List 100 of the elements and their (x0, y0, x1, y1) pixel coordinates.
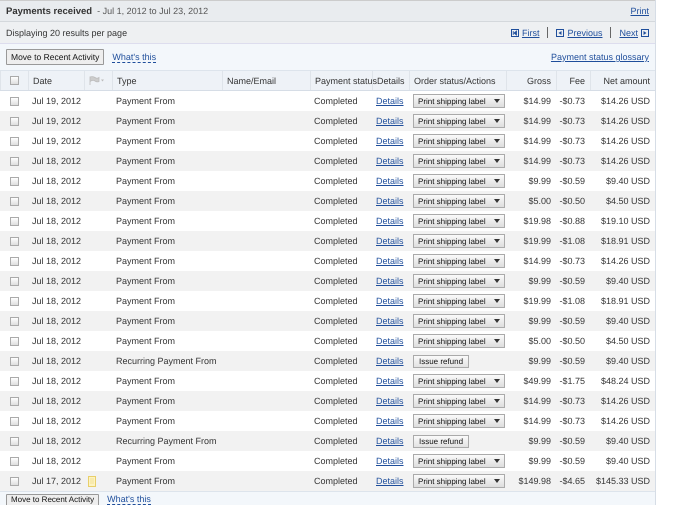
details-link[interactable]: Details (376, 196, 404, 206)
status-cell: Completed (314, 236, 358, 246)
shipping-label-dropdown[interactable]: Print shipping label (413, 334, 505, 348)
shipping-label-dropdown[interactable]: Print shipping label (413, 294, 505, 308)
shipping-label-dropdown[interactable]: Print shipping label (413, 234, 505, 248)
shipping-label-dropdown[interactable]: Print shipping label (413, 314, 505, 328)
shipping-label-dropdown[interactable]: Print shipping label (413, 454, 505, 468)
row-checkbox[interactable] (10, 316, 18, 326)
caret-icon (494, 299, 500, 303)
details-link[interactable]: Details (376, 96, 404, 106)
row-checkbox[interactable] (10, 276, 18, 286)
shipping-label-dropdown[interactable]: Print shipping label (413, 414, 505, 428)
date-cell: Jul 18, 2012 (32, 416, 82, 426)
details-link[interactable]: Details (376, 256, 404, 266)
status-cell: Completed (314, 436, 358, 446)
shipping-label-dropdown[interactable]: Print shipping label (413, 274, 505, 288)
status-cell: Completed (314, 336, 358, 346)
details-link[interactable]: Details (376, 316, 404, 326)
net-amount-cell: $4.50 USD (606, 336, 650, 346)
details-link[interactable]: Details (376, 236, 404, 246)
details-link[interactable]: Details (376, 436, 404, 446)
next-page-link[interactable]: Next (619, 28, 638, 38)
fee-cell: -$4.65 (559, 476, 585, 486)
move-to-recent-activity-button[interactable]: Move to Recent Activity (6, 494, 100, 505)
details-link[interactable]: Details (376, 336, 404, 346)
row-checkbox[interactable] (10, 336, 18, 346)
caret-icon (494, 119, 500, 123)
row-checkbox[interactable] (10, 256, 18, 266)
shipping-label-dropdown[interactable]: Print shipping label (413, 474, 505, 488)
row-checkbox[interactable] (10, 296, 18, 306)
fee-cell: -$0.59 (559, 316, 585, 326)
shipping-label-dropdown[interactable]: Print shipping label (413, 114, 505, 128)
details-link[interactable]: Details (376, 116, 404, 126)
details-link[interactable]: Details (376, 456, 404, 466)
row-checkbox[interactable] (10, 236, 18, 246)
row-checkbox[interactable] (10, 176, 18, 186)
shipping-label-dropdown[interactable]: Print shipping label (413, 94, 505, 108)
move-to-recent-activity-button[interactable]: Move to Recent Activity (6, 49, 104, 65)
shipping-label-dropdown[interactable]: Print shipping label (413, 374, 505, 388)
shipping-label-dropdown[interactable]: Print shipping label (413, 394, 505, 408)
net-amount-cell: $18.91 USD (600, 296, 650, 306)
note-icon[interactable] (88, 476, 96, 486)
first-page-link[interactable]: First (522, 28, 540, 38)
details-link[interactable]: Details (376, 416, 404, 426)
row-checkbox[interactable] (10, 356, 18, 366)
row-checkbox[interactable] (10, 416, 18, 426)
issue-refund-button[interactable]: Issue refund (413, 354, 470, 368)
details-link[interactable]: Details (376, 476, 404, 486)
details-link[interactable]: Details (376, 156, 404, 166)
fee-cell: -$0.88 (559, 216, 585, 226)
select-all-checkbox[interactable] (10, 76, 19, 85)
shipping-label-dropdown[interactable]: Print shipping label (413, 254, 505, 268)
details-link[interactable]: Details (376, 216, 404, 226)
row-checkbox[interactable] (10, 96, 18, 106)
details-link[interactable]: Details (376, 176, 404, 186)
row-checkbox[interactable] (10, 396, 18, 406)
details-link[interactable]: Details (376, 296, 404, 306)
whats-this-link[interactable]: What's this (112, 52, 156, 62)
details-link[interactable]: Details (376, 376, 404, 386)
whats-this-link[interactable]: What's this (107, 494, 151, 505)
issue-refund-button[interactable]: Issue refund (413, 434, 470, 448)
details-link[interactable]: Details (376, 396, 404, 406)
details-link[interactable]: Details (376, 356, 404, 366)
net-amount-cell: $9.40 USD (606, 456, 650, 466)
row-checkbox[interactable] (10, 216, 18, 226)
previous-page-link[interactable]: Previous (567, 28, 602, 38)
caret-icon (494, 379, 500, 383)
next-page-icon[interactable] (641, 28, 649, 36)
caret-icon (494, 159, 500, 163)
row-checkbox[interactable] (10, 116, 18, 126)
row-checkbox[interactable] (10, 456, 18, 466)
fee-cell: -$0.73 (559, 396, 585, 406)
net-amount-cell: $145.33 USD (596, 476, 650, 486)
shipping-label-dropdown[interactable]: Print shipping label (413, 214, 505, 228)
shipping-label-dropdown[interactable]: Print shipping label (413, 174, 505, 188)
row-checkbox[interactable] (10, 136, 18, 146)
caret-icon (494, 479, 500, 483)
row-checkbox[interactable] (10, 156, 18, 166)
print-link[interactable]: Print (630, 6, 649, 16)
row-checkbox[interactable] (10, 476, 18, 486)
fee-cell: -$0.59 (559, 276, 585, 286)
details-link[interactable]: Details (376, 276, 404, 286)
gross-cell: $19.98 (523, 216, 551, 226)
column-header[interactable]: Date (33, 76, 52, 86)
shipping-label-dropdown[interactable]: Print shipping label (413, 134, 505, 148)
payment-status-glossary-link[interactable]: Payment status glossary (550, 52, 649, 62)
shipping-label-dropdown[interactable]: Print shipping label (413, 194, 505, 208)
details-link[interactable]: Details (376, 136, 404, 146)
gross-cell: $14.99 (523, 416, 551, 426)
first-page-icon[interactable] (510, 28, 519, 36)
row-checkbox[interactable] (10, 196, 18, 206)
row-checkbox[interactable] (10, 436, 18, 446)
flag-filter-icon[interactable] (89, 76, 105, 85)
previous-page-icon[interactable] (556, 28, 564, 36)
row-checkbox[interactable] (10, 376, 18, 386)
date-cell: Jul 18, 2012 (32, 336, 82, 346)
shipping-label-dropdown[interactable]: Print shipping label (413, 154, 505, 168)
net-amount-cell: $48.24 USD (600, 376, 650, 386)
net-amount-cell: $9.40 USD (606, 436, 650, 446)
gross-cell: $14.99 (523, 136, 551, 146)
